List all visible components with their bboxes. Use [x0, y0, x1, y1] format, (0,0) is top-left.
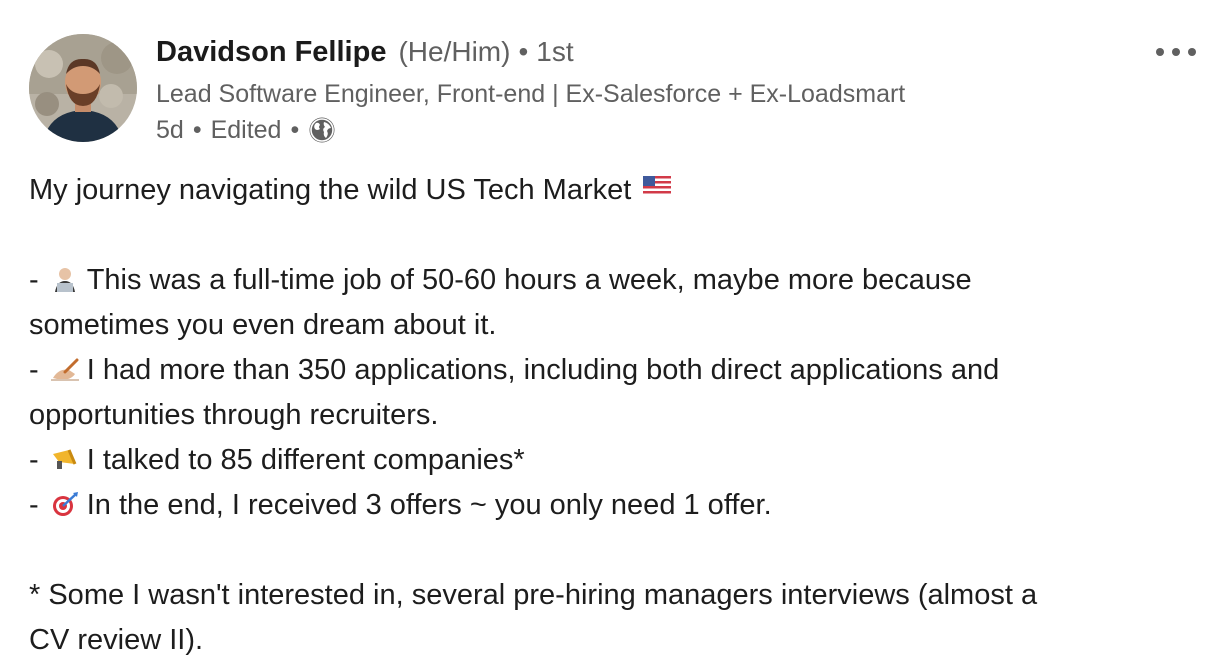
- footnote-text-continued: CV review II).: [29, 624, 204, 656]
- post-meta: 5d • Edited •: [156, 112, 1116, 148]
- separator-dot: •: [290, 115, 300, 144]
- technologist-emoji: [51, 266, 79, 292]
- avatar-photo: [29, 34, 137, 142]
- bullet-item: - In the end, I received 3 offers ~ you …: [29, 483, 1199, 528]
- post-age: 5d: [156, 115, 184, 144]
- footnote-text: * Some I wasn't interested in, several p…: [29, 579, 1038, 611]
- bullet-prefix: -: [29, 264, 47, 296]
- globe-icon: [308, 116, 336, 144]
- more-options-button[interactable]: [1148, 30, 1204, 74]
- bullet-text: I had more than 350 applications, includ…: [86, 354, 1000, 386]
- post-title-line: My journey navigating the wild US Tech M…: [29, 168, 1199, 213]
- bullet-prefix: -: [29, 444, 47, 476]
- bullet-text: I talked to 85 different companies*: [86, 444, 525, 476]
- connection-degree: 1st: [536, 36, 574, 67]
- megaphone-emoji: [51, 446, 79, 472]
- bullet-item: - I had more than 350 applications, incl…: [29, 348, 1199, 438]
- author-pronouns: (He/Him): [398, 36, 511, 67]
- edited-label: Edited: [210, 115, 282, 144]
- post-body: My journey navigating the wild US Tech M…: [29, 168, 1199, 663]
- bullet-text-continued: opportunities through recruiters.: [29, 399, 439, 431]
- us-flag-emoji: [643, 176, 672, 202]
- bullet-prefix: -: [29, 354, 47, 386]
- feed-post: Davidson Fellipe (He/Him) • 1st Lead Sof…: [0, 0, 1214, 670]
- author-avatar[interactable]: [29, 34, 137, 142]
- author-headline: Lead Software Engineer, Front-end | Ex-S…: [156, 80, 906, 108]
- bullet-text: In the end, I received 3 offers ~ you on…: [86, 489, 772, 521]
- direct-hit-emoji: [51, 491, 79, 517]
- writing-hand-emoji: [50, 356, 79, 382]
- footnote: * Some I wasn't interested in, several p…: [29, 573, 1199, 663]
- bullet-prefix: -: [29, 489, 47, 521]
- ellipsis-icon: [1156, 48, 1196, 56]
- author-info: Davidson Fellipe (He/Him) • 1st Lead Sof…: [156, 36, 1116, 148]
- bullet-item: - I talked to 85 different companies*: [29, 438, 1199, 483]
- author-name[interactable]: Davidson Fellipe: [156, 36, 386, 69]
- bullet-item: - This was a full-time job of 50-60 hour…: [29, 258, 1199, 348]
- bullet-text-continued: sometimes you even dream about it.: [29, 309, 497, 341]
- separator-dot: •: [518, 36, 529, 67]
- separator-dot: •: [192, 115, 202, 144]
- author-name-line: Davidson Fellipe (He/Him) • 1st: [156, 36, 1116, 76]
- post-title: My journey navigating the wild US Tech M…: [29, 174, 640, 206]
- bullet-text: This was a full-time job of 50-60 hours …: [86, 264, 972, 296]
